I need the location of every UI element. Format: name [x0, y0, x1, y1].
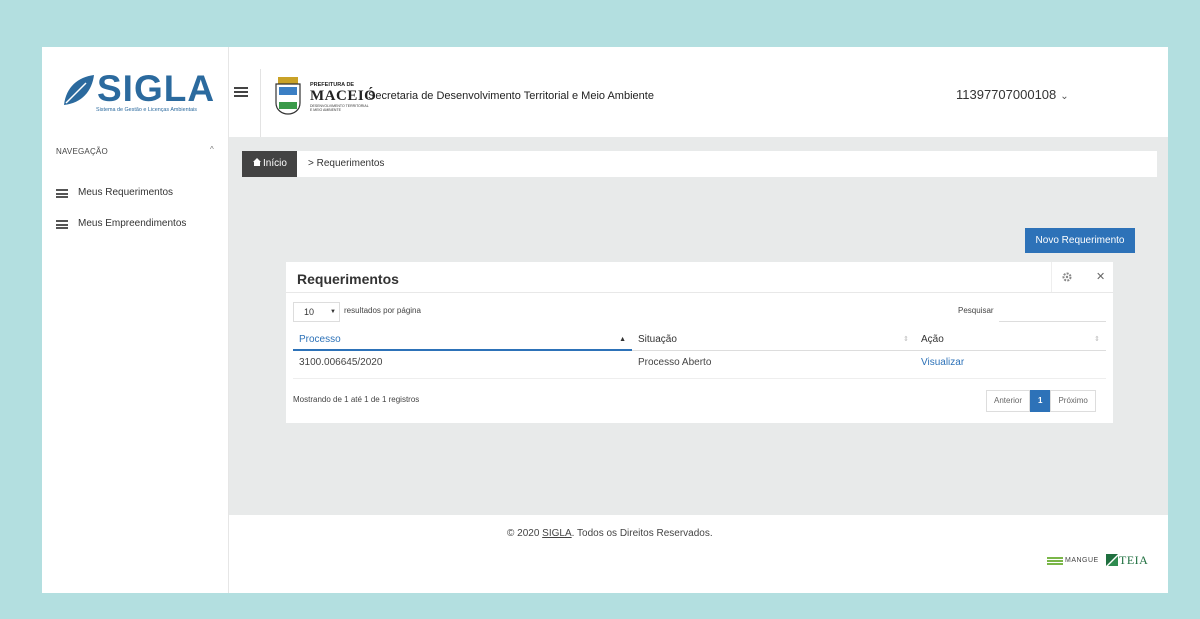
app-window: SIGLA Sistema de Gestão e Licenças Ambie… [42, 47, 1168, 593]
panel-tools: ✕ [1051, 262, 1113, 292]
sidebar-item-label: Meus Requerimentos [78, 187, 174, 198]
city-subtitle: DESENVOLVIMENTO TERRITORIAL E MEIO AMBIE… [310, 104, 369, 112]
column-label: Situação [638, 334, 677, 345]
pagination: Anterior 1 Próximo [986, 390, 1096, 412]
user-id: 11397707000108 [956, 87, 1057, 102]
panel-title: Requerimentos [297, 271, 399, 287]
teia-mark-icon [1106, 554, 1118, 566]
chevron-down-icon: ⌄ [1060, 91, 1069, 102]
user-menu[interactable]: 11397707000108 ⌄ [956, 87, 1069, 102]
column-header-situacao[interactable]: Situação ⇕ [632, 328, 915, 351]
new-requerimento-button[interactable]: Novo Requerimento [1025, 228, 1135, 253]
sidebar-item-label: Meus Empreendimentos [78, 218, 187, 229]
requerimentos-panel: Requerimentos ✕ 10 ▼ resultados por pági… [286, 262, 1113, 423]
breadcrumb-current: > Requerimentos [308, 158, 385, 169]
search-input[interactable] [999, 301, 1106, 322]
page-length-select[interactable]: 10 ▼ [293, 302, 340, 322]
footer: © 2020 SIGLA. Todos os Direitos Reservad… [229, 515, 1168, 593]
city-name: MACEIÓ [310, 88, 377, 104]
collapse-icon[interactable]: ^ [210, 145, 214, 154]
menu-toggle-icon[interactable] [234, 87, 248, 99]
pager-prev-button[interactable]: Anterior [986, 390, 1031, 412]
sort-asc-icon: ▲ [619, 336, 626, 343]
copyright-suffix: . Todos os Direitos Reservados. [571, 528, 713, 539]
column-label: Processo [299, 334, 341, 345]
view-link[interactable]: Visualizar [921, 357, 964, 368]
brand-subtitle: Sistema de Gestão e Licenças Ambientais [96, 107, 197, 113]
table-info: Mostrando de 1 até 1 de 1 registros [293, 395, 420, 404]
cell-situacao: Processo Aberto [638, 357, 712, 368]
city-crest-icon [275, 77, 301, 115]
mangue-mark-icon [1047, 557, 1063, 566]
copyright-brand-link[interactable]: SIGLA [542, 528, 571, 539]
pager-next-button[interactable]: Próximo [1050, 390, 1096, 412]
pager-current-page[interactable]: 1 [1030, 390, 1051, 412]
sort-icon: ⇕ [903, 336, 909, 343]
secretariat-title: Secretaria de Desenvolvimento Territoria… [368, 90, 654, 102]
panel-divider [286, 292, 1113, 293]
caret-down-icon: ▼ [330, 309, 336, 315]
home-icon [253, 158, 261, 166]
gear-icon[interactable] [1062, 272, 1072, 282]
breadcrumb: Início > Requerimentos [242, 151, 1157, 177]
brand-logo[interactable]: SIGLA Sistema de Gestão e Licenças Ambie… [42, 47, 229, 137]
sidebar: NAVEGAÇÃO ^ Meus Requerimentos Meus Empr… [42, 137, 229, 593]
teia-label: TEIA [1119, 553, 1149, 567]
column-header-processo[interactable]: Processo ▲ [293, 328, 632, 351]
sidebar-item-meus-empreendimentos[interactable]: Meus Empreendimentos [56, 214, 221, 234]
sidebar-heading: NAVEGAÇÃO [56, 147, 108, 156]
page-length-value: 10 [304, 307, 315, 317]
top-header: SIGLA Sistema de Gestão e Licenças Ambie… [42, 47, 1168, 137]
header-divider [260, 69, 261, 137]
sort-icon: ⇕ [1094, 336, 1100, 343]
list-icon [56, 189, 68, 198]
close-icon[interactable]: ✕ [1096, 270, 1105, 283]
sidebar-item-meus-requerimentos[interactable]: Meus Requerimentos [56, 183, 221, 203]
page-length-label: resultados por página [344, 306, 421, 315]
cell-processo: 3100.006645/2020 [299, 357, 383, 368]
copyright: © 2020 SIGLA. Todos os Direitos Reservad… [507, 528, 713, 539]
column-label: Ação [921, 334, 944, 345]
row-divider [293, 378, 1106, 379]
main-content: Início > Requerimentos Novo Requerimento… [229, 137, 1168, 515]
search-label: Pesquisar [958, 306, 994, 315]
copyright-prefix: © 2020 [507, 528, 543, 539]
leaf-icon [64, 75, 94, 105]
list-icon [56, 220, 68, 229]
breadcrumb-home-label: Início [263, 158, 287, 169]
mangue-label: MANGUE [1065, 557, 1099, 564]
column-header-acao[interactable]: Ação ⇕ [915, 328, 1106, 351]
brand-name: SIGLA [97, 68, 216, 109]
breadcrumb-home[interactable]: Início [242, 151, 297, 177]
